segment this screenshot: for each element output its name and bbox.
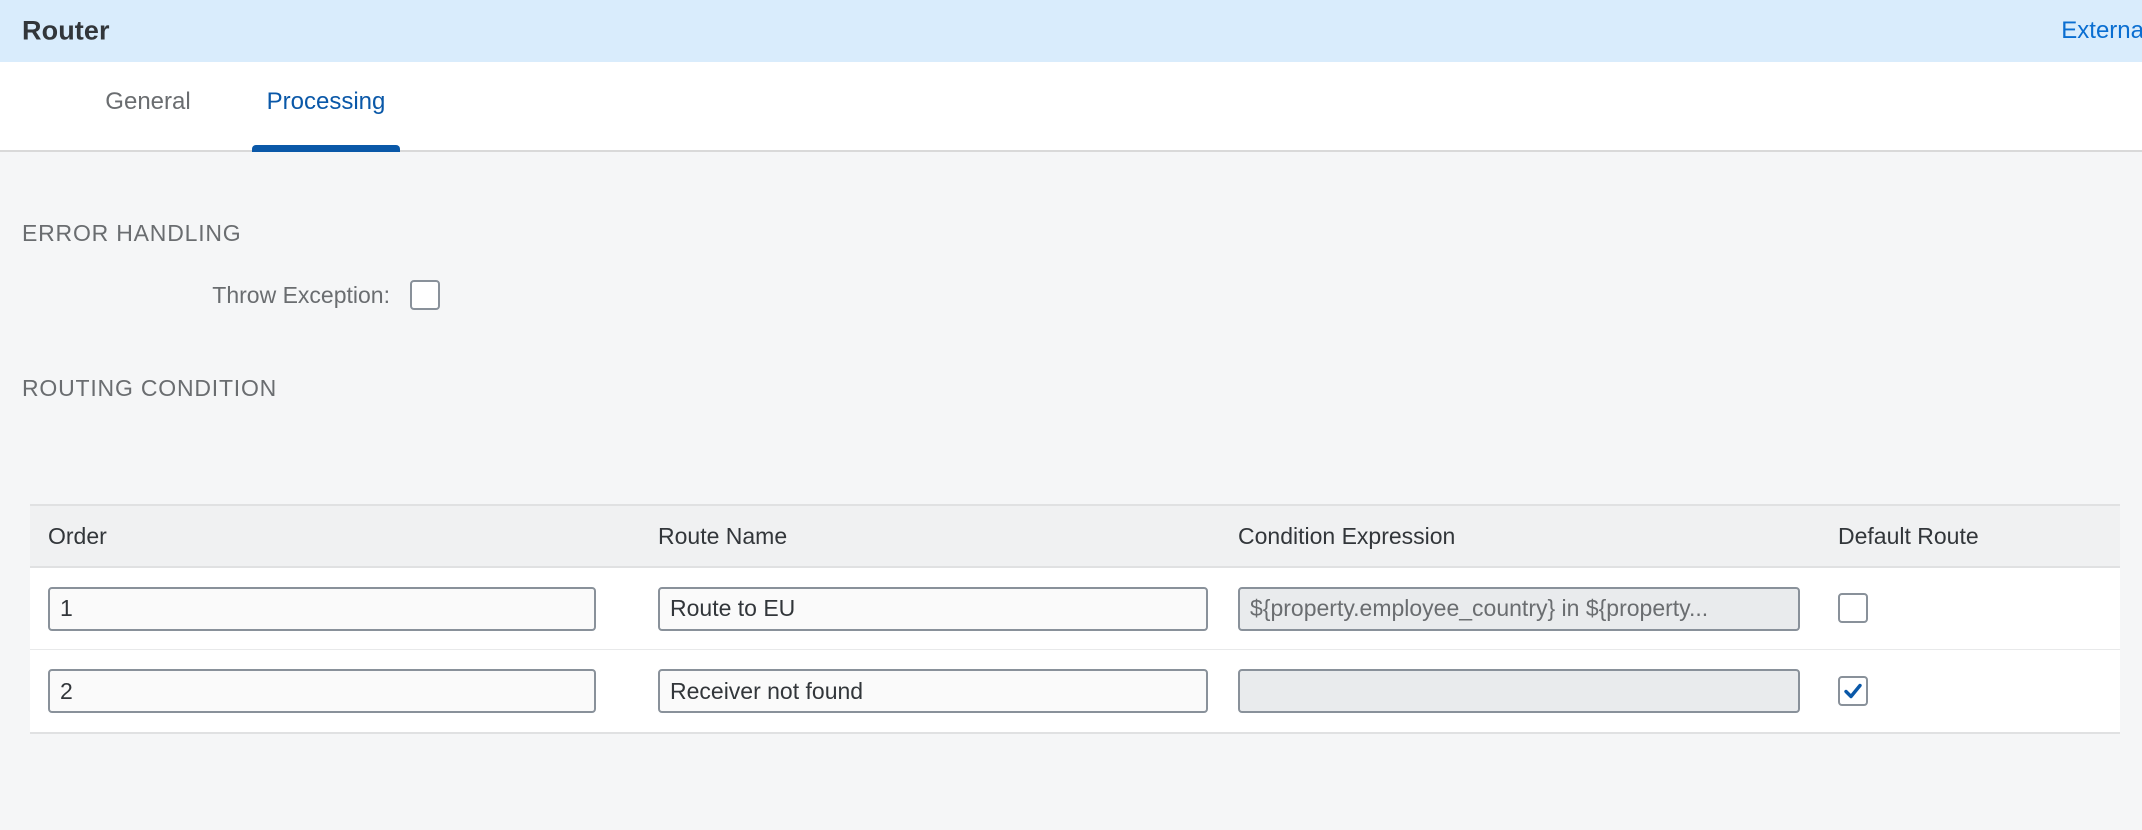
- throw-exception-checkbox[interactable]: [410, 280, 440, 310]
- tab-general-label: General: [105, 88, 191, 115]
- condition-expression-input-row-1[interactable]: ${property.employee_country} in ${proper…: [1238, 586, 1800, 631]
- routing-condition-table: Order Route Name Condition Expression De…: [30, 504, 2120, 734]
- externalize-link[interactable]: Externalize: [2061, 17, 2142, 45]
- table-header-row: Order Route Name Condition Expression De…: [30, 506, 2120, 568]
- throw-exception-row: Throw Exception:: [0, 280, 440, 310]
- section-heading-routing-condition: ROUTING CONDITION: [22, 375, 278, 401]
- throw-exception-label: Throw Exception:: [212, 281, 390, 308]
- order-input-row-1[interactable]: 1: [48, 586, 596, 631]
- condition-expression-input-row-2: [1238, 669, 1800, 713]
- table-row: 1 Route to EU ${property.employee_countr…: [30, 568, 2120, 650]
- tab-general[interactable]: General: [98, 62, 198, 152]
- dialog-header: Router Externalize: [0, 0, 2142, 62]
- table-row: 2 Receiver not found: [30, 650, 2120, 732]
- tab-processing-label: Processing: [266, 88, 386, 115]
- column-header-order: Order: [48, 522, 107, 549]
- route-name-input-row-1[interactable]: Route to EU: [658, 586, 1208, 631]
- tab-bar: General Processing: [0, 62, 2142, 152]
- tab-processing[interactable]: Processing: [252, 62, 400, 152]
- tab-selected-indicator: [252, 145, 400, 152]
- processing-tab-content: ERROR HANDLING Throw Exception: ROUTING …: [0, 152, 2142, 830]
- column-header-default-route: Default Route: [1838, 522, 1979, 549]
- page-title: Router: [22, 15, 110, 46]
- section-heading-error-handling: ERROR HANDLING: [22, 220, 242, 246]
- column-header-route-name: Route Name: [658, 522, 788, 549]
- default-route-checkbox-row-1[interactable]: [1838, 593, 1868, 623]
- route-name-input-row-2[interactable]: Receiver not found: [658, 669, 1208, 713]
- order-input-row-2[interactable]: 2: [48, 669, 596, 713]
- column-header-condition-expression: Condition Expression: [1238, 522, 1456, 549]
- default-route-checkbox-row-2[interactable]: [1838, 675, 1868, 706]
